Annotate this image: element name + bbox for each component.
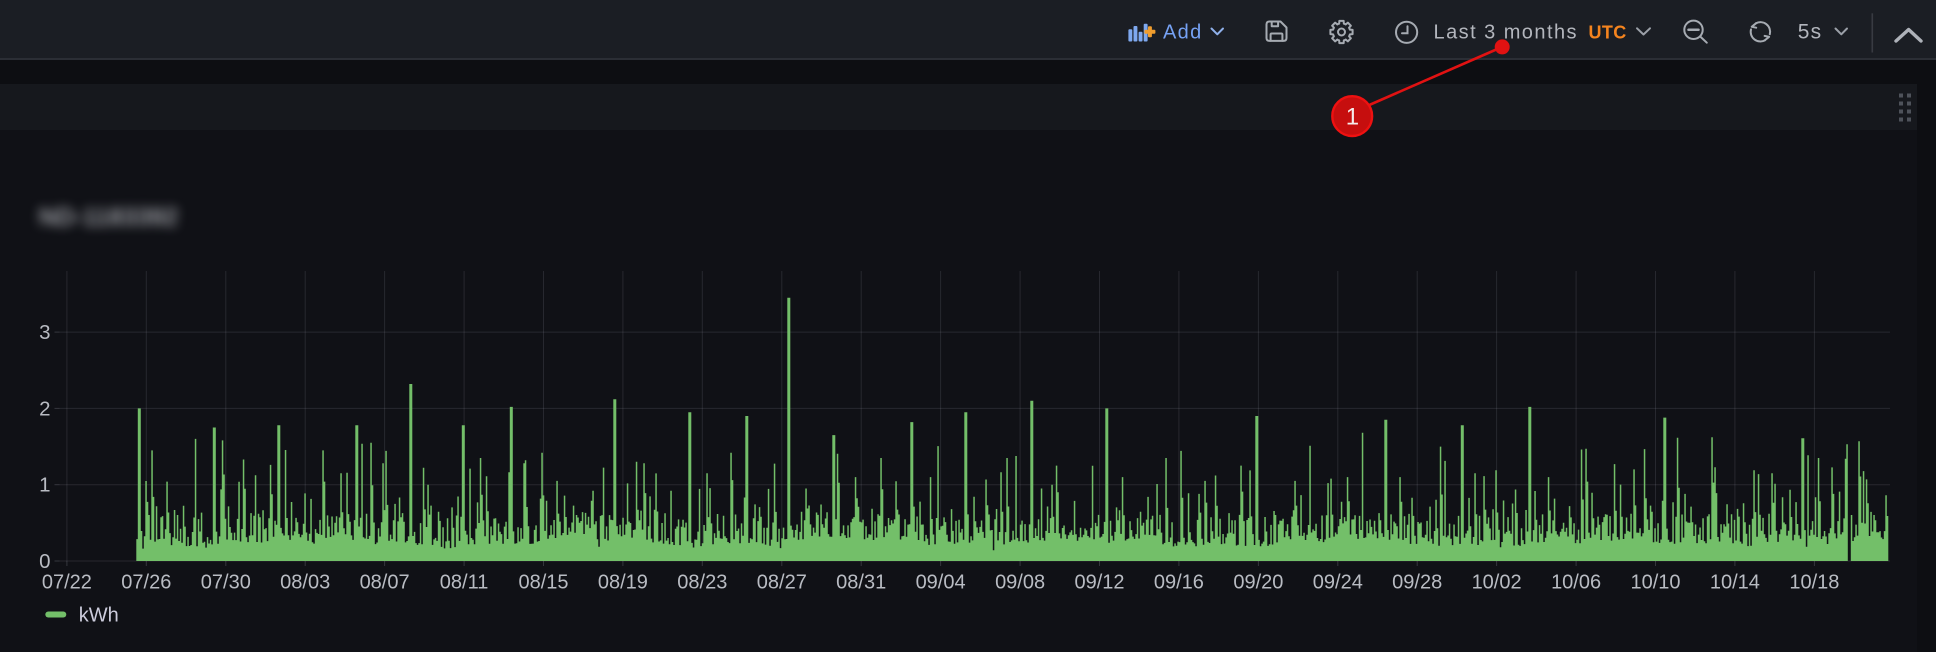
svg-text:1: 1 bbox=[1346, 104, 1359, 131]
